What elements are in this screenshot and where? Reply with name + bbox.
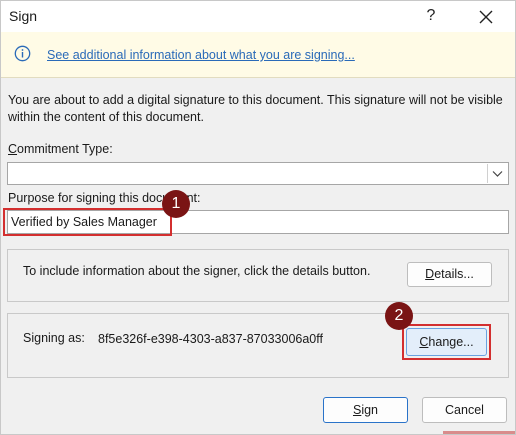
highlight-change	[402, 324, 491, 360]
details-button[interactable]: Details...	[407, 262, 492, 287]
commitment-type-select[interactable]	[7, 162, 509, 185]
title-bar: Sign ?	[1, 1, 515, 32]
info-bar: See additional information about what yo…	[1, 32, 515, 78]
cancel-button[interactable]: Cancel	[422, 397, 507, 423]
sign-button[interactable]: Sign	[323, 397, 408, 423]
step-badge-1: 1	[162, 190, 190, 218]
info-icon	[14, 45, 31, 62]
close-icon	[479, 10, 493, 24]
intro-text: You are about to add a digital signature…	[8, 93, 503, 124]
step-badge-2: 2	[385, 302, 413, 330]
details-info-text: To include information about the signer,…	[23, 264, 371, 278]
signer-identity: 8f5e326f-e398-4303-a837-87033006a0ff	[98, 332, 323, 346]
signing-as-label: Signing as:	[23, 331, 85, 345]
details-group: To include information about the signer,…	[7, 249, 509, 302]
additional-info-link[interactable]: See additional information about what yo…	[47, 48, 355, 62]
commitment-dropdown-button[interactable]	[487, 164, 507, 183]
commitment-type-label: Commitment Type:	[8, 142, 113, 156]
close-button[interactable]	[475, 6, 497, 28]
help-button[interactable]: ?	[420, 5, 442, 27]
highlight-purpose	[3, 208, 172, 236]
sign-dialog: Sign ? See additional information about …	[0, 0, 516, 435]
window-corner-accent	[443, 431, 515, 434]
chevron-down-icon	[492, 171, 503, 177]
window-title: Sign	[9, 8, 38, 24]
